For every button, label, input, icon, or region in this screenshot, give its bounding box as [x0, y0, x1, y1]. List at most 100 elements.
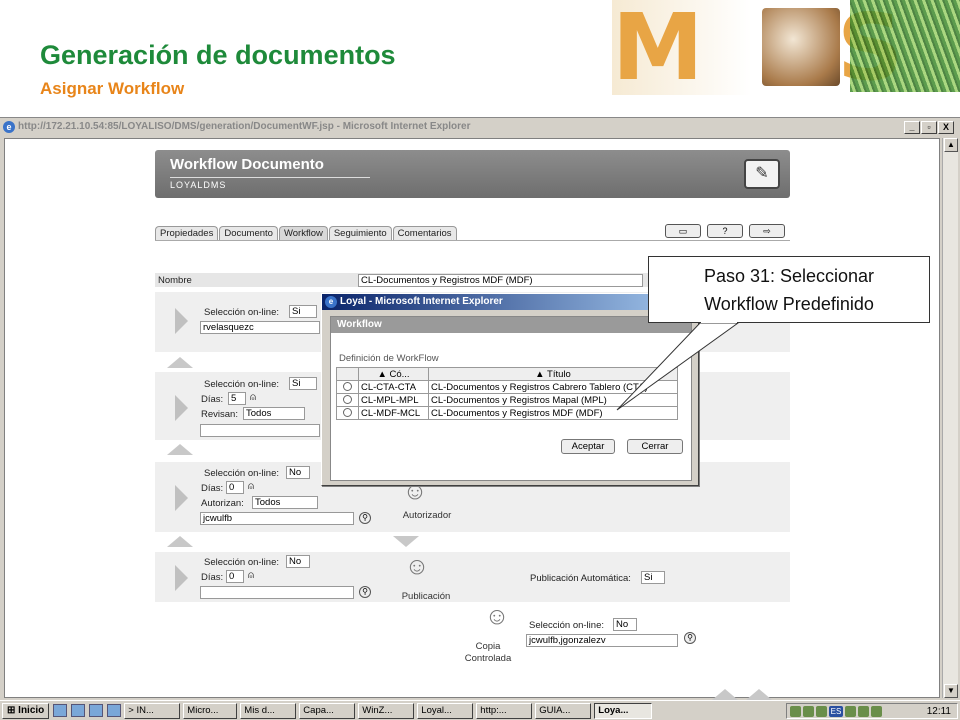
- workflow-definition-label: Definición de WorkFlow: [339, 353, 439, 364]
- step3-sel-field[interactable]: No: [286, 466, 310, 479]
- scroll-up-arrow-icon[interactable]: ▲: [944, 138, 958, 152]
- nombre-field[interactable]: CL-Documentos y Registros MDF (MDF): [358, 274, 643, 287]
- step1-user-field[interactable]: rvelasquezc: [200, 321, 320, 334]
- step4-dias-field[interactable]: 0: [226, 570, 244, 583]
- collapse-up-icon[interactable]: [167, 536, 193, 547]
- help-button[interactable]: ?: [707, 224, 743, 238]
- language-indicator[interactable]: ES: [829, 705, 843, 717]
- step3-dias-field[interactable]: 0: [226, 481, 244, 494]
- bell-icon[interactable]: ⍝: [248, 481, 254, 492]
- step4-sel-field[interactable]: No: [286, 555, 310, 568]
- step3-autorizan-label: Autorizan:: [201, 498, 244, 509]
- taskbar-item[interactable]: WinZ...: [358, 702, 415, 719]
- title-column-header[interactable]: ▲ Título: [428, 367, 678, 381]
- publication-person-icon: ☺: [404, 553, 430, 580]
- code-column-header[interactable]: ▲ Có...: [358, 367, 429, 381]
- windows-taskbar: ⊞ Inicio > IN... Micro... Mis d... Capa.…: [0, 700, 960, 720]
- collapse-up-icon[interactable]: [746, 689, 772, 700]
- tab-documento[interactable]: Documento: [219, 226, 278, 240]
- search-icon[interactable]: ⚲: [359, 586, 371, 598]
- step4-role-caption: Publicación: [401, 591, 451, 602]
- tab-workflow[interactable]: Workflow: [278, 226, 328, 240]
- tray-icon[interactable]: [858, 705, 869, 717]
- tab-comentarios[interactable]: Comentarios: [392, 226, 457, 240]
- tray-icon[interactable]: [816, 705, 827, 717]
- tray-icon[interactable]: [845, 705, 856, 717]
- tab-seguimiento[interactable]: Seguimiento: [328, 226, 392, 240]
- step3-role-caption: Autorizador: [402, 510, 452, 521]
- step1-sel-label: Selección on-line:: [204, 307, 279, 318]
- taskbar-item[interactable]: Micro...: [183, 702, 238, 719]
- save-button[interactable]: ▭: [665, 224, 701, 238]
- ie-quicklaunch-icon[interactable]: [53, 704, 68, 717]
- system-tray: ES 12:11: [786, 703, 958, 719]
- step2-sel-field[interactable]: Si: [289, 377, 317, 390]
- chevron-right-icon: [175, 395, 188, 421]
- dialog-titlebar: e Loyal - Microsoft Internet Explorer: [322, 294, 698, 310]
- search-icon[interactable]: ⚲: [684, 632, 696, 644]
- step3-autorizan-field[interactable]: Todos: [252, 496, 318, 509]
- quicklaunch-icon[interactable]: [71, 704, 86, 717]
- mas-logo: M S: [612, 0, 960, 95]
- tray-icon[interactable]: [871, 705, 882, 717]
- tray-icon[interactable]: [790, 705, 801, 717]
- step2-revisan-field[interactable]: Todos: [243, 407, 305, 420]
- document-edit-icon[interactable]: ✎: [744, 159, 780, 189]
- step4-pub-field[interactable]: Si: [641, 571, 665, 584]
- start-button[interactable]: ⊞ Inicio: [2, 702, 50, 719]
- step1-sel-field[interactable]: Si: [289, 305, 317, 318]
- step2-sel-label: Selección on-line:: [204, 379, 279, 390]
- copy-controlled-person-icon: ☺: [484, 603, 510, 630]
- collapse-up-icon[interactable]: [712, 689, 738, 700]
- clock: 12:11: [926, 705, 951, 717]
- collapse-up-icon[interactable]: [167, 444, 193, 455]
- step5-role-caption-2: Controlada: [464, 653, 512, 664]
- taskbar-item[interactable]: > IN...: [124, 702, 181, 719]
- row-code: CL-MPL-MPL: [358, 393, 429, 407]
- bell-icon[interactable]: ⍝: [250, 392, 256, 403]
- step2-user-field[interactable]: [200, 424, 320, 437]
- workflow-dialog: e Loyal - Microsoft Internet Explorer Wo…: [321, 293, 699, 486]
- taskbar-item[interactable]: Capa...: [299, 702, 356, 719]
- close-button[interactable]: X: [938, 121, 954, 134]
- taskbar-item[interactable]: http:...: [476, 702, 533, 719]
- dialog-title: Loyal - Microsoft Internet Explorer: [340, 296, 503, 307]
- step3-user-field[interactable]: jcwulfb: [200, 512, 354, 525]
- collapse-up-icon[interactable]: [167, 357, 193, 368]
- browser-title: http://172.21.10.54:85/LOYALISO/DMS/gene…: [18, 121, 471, 132]
- quicklaunch-icon[interactable]: [107, 704, 122, 717]
- step4-dias-label: Días:: [201, 572, 224, 583]
- app-header: Workflow Documento LOYALDMS ✎: [155, 150, 790, 198]
- step5-sel-field[interactable]: No: [613, 618, 637, 631]
- radio-button[interactable]: [343, 395, 352, 405]
- taskbar-item[interactable]: GUIA...: [535, 702, 592, 719]
- radio-button[interactable]: [343, 408, 352, 418]
- accept-button[interactable]: Aceptar: [561, 439, 615, 454]
- step5-role-caption-1: Copia: [475, 641, 501, 652]
- tray-icon[interactable]: [803, 705, 814, 717]
- step2-dias-field[interactable]: 5: [228, 392, 246, 405]
- quicklaunch-icon[interactable]: [89, 704, 104, 717]
- row-title: CL-Documentos y Registros Cabrero Tabler…: [428, 380, 678, 394]
- step5-users-field[interactable]: jcwulfb,jgonzalezv: [526, 634, 678, 647]
- maximize-button[interactable]: ▫: [921, 121, 937, 134]
- minimize-button[interactable]: _: [904, 121, 920, 134]
- search-icon[interactable]: ⚲: [359, 512, 371, 524]
- exit-button[interactable]: ⇨: [749, 224, 785, 238]
- taskbar-item-active[interactable]: Loya...: [594, 702, 653, 719]
- taskbar-item[interactable]: Loyal...: [417, 702, 474, 719]
- tab-propiedades[interactable]: Propiedades: [155, 226, 219, 240]
- step4-user-field[interactable]: [200, 586, 354, 599]
- taskbar-item[interactable]: Mis d...: [240, 702, 297, 719]
- bell-icon[interactable]: ⍝: [248, 570, 254, 581]
- cancel-button[interactable]: Cerrar: [627, 439, 683, 454]
- table-row[interactable]: CL-MDF-MCL CL-Documentos y Registros MDF…: [336, 406, 678, 420]
- vertical-scrollbar[interactable]: ▲ ▼: [942, 138, 958, 698]
- expand-down-icon[interactable]: [393, 536, 419, 547]
- scroll-down-arrow-icon[interactable]: ▼: [944, 684, 958, 698]
- table-row[interactable]: CL-MPL-MPL CL-Documentos y Registros Map…: [336, 393, 678, 407]
- step3-dias-label: Días:: [201, 483, 224, 494]
- dialog-body: Workflow Definición de WorkFlow ▲ Có... …: [330, 316, 692, 481]
- radio-button[interactable]: [343, 382, 352, 392]
- table-row[interactable]: CL-CTA-CTA CL-Documentos y Registros Cab…: [336, 380, 678, 394]
